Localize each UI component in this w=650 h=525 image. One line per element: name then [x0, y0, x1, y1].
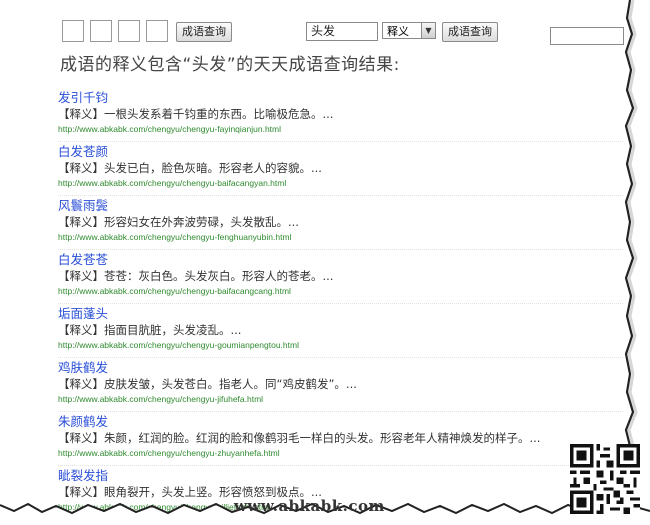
result-title-link[interactable]: 朱颜鹤发: [58, 413, 623, 430]
result-url-link[interactable]: http://www.abkabk.com/chengyu/chengyu-zh…: [58, 447, 623, 459]
result-item: 白发苍苍 【释义】苍苍：灰白色。头发灰白。形容人的苍老。... http://w…: [58, 250, 623, 304]
result-url-link[interactable]: http://www.abkabk.com/chengyu/chengyu-fa…: [58, 123, 623, 135]
keyword-input[interactable]: 头发: [306, 22, 378, 41]
result-url-link[interactable]: http://www.abkabk.com/chengyu/chengyu-go…: [58, 339, 623, 351]
idiom-search-button[interactable]: 成语查询: [176, 22, 232, 42]
qr-code-icon: [570, 444, 640, 514]
char-input-1[interactable]: [62, 20, 84, 42]
page-sheet: 成语查询 头发 释义 ▼ 成语查询 成语的释义包含“头发”的天天成语查询结果: …: [0, 0, 628, 512]
search-type-select[interactable]: 释义 ▼: [382, 22, 436, 39]
keyword-search-button[interactable]: 成语查询: [442, 22, 498, 42]
search-type-value: 释义: [387, 25, 409, 38]
result-url-link[interactable]: http://www.abkabk.com/chengyu/chengyu-ji…: [58, 393, 623, 405]
result-item: 发引千钧 【释义】一根头发系着千钧重的东西。比喻极危急。... http://w…: [58, 88, 623, 142]
result-item: 垢面蓬头 【释义】指面目肮脏，头发凌乱。... http://www.abkab…: [58, 304, 623, 358]
result-url-link[interactable]: http://www.abkabk.com/chengyu/chengyu-fe…: [58, 231, 623, 243]
result-definition: 【释义】指面目肮脏，头发凌乱。...: [58, 323, 242, 337]
result-title-link[interactable]: 风鬟雨鬓: [58, 197, 623, 214]
result-definition: 【释义】苍苍：灰白色。头发灰白。形容人的苍老。...: [58, 269, 334, 283]
result-definition: 【释义】朱颜，红润的脸。红润的脸和像鹤羽毛一样白的头发。形容老年人精神焕发的样子…: [58, 431, 541, 445]
result-definition: 【释义】头发已白，脸色灰暗。形容老人的容貌。...: [58, 161, 322, 175]
char-input-3[interactable]: [118, 20, 140, 42]
result-title-link[interactable]: 鸡肤鹤发: [58, 359, 623, 376]
dropdown-arrow-icon[interactable]: ▼: [421, 23, 435, 38]
result-definition: 【释义】形容妇女在外奔波劳碌，头发散乱。...: [58, 215, 299, 229]
result-item: 鸡肤鹤发 【释义】皮肤发皱，头发苍白。指老人。同“鸡皮鹤发”。... http:…: [58, 358, 623, 412]
result-item: 风鬟雨鬓 【释义】形容妇女在外奔波劳碌，头发散乱。... http://www.…: [58, 196, 623, 250]
result-definition: 【释义】一根头发系着千钧重的东西。比喻极危急。...: [58, 107, 334, 121]
result-item: 朱颜鹤发 【释义】朱颜，红润的脸。红润的脸和像鹤羽毛一样白的头发。形容老年人精神…: [58, 412, 623, 466]
char-input-4[interactable]: [146, 20, 168, 42]
site-watermark: www.abkabk.com: [234, 497, 385, 515]
result-title-link[interactable]: 发引千钧: [58, 89, 623, 106]
result-title-link[interactable]: 白发苍苍: [58, 251, 623, 268]
result-item: 白发苍颜 【释义】头发已白，脸色灰暗。形容老人的容貌。... http://ww…: [58, 142, 623, 196]
right-search-input[interactable]: [550, 27, 624, 45]
result-title-link[interactable]: 白发苍颜: [58, 143, 623, 160]
result-title-link[interactable]: 垢面蓬头: [58, 305, 623, 322]
result-title-link[interactable]: 眦裂发指: [58, 467, 623, 484]
result-url-link[interactable]: http://www.abkabk.com/chengyu/chengyu-ba…: [58, 285, 623, 297]
results-heading: 成语的释义包含“头发”的天天成语查询结果:: [60, 55, 400, 75]
results-list: 发引千钧 【释义】一根头发系着千钧重的东西。比喻极危急。... http://w…: [58, 88, 623, 520]
result-url-link[interactable]: http://www.abkabk.com/chengyu/chengyu-ba…: [58, 177, 623, 189]
result-definition: 【释义】皮肤发皱，头发苍白。指老人。同“鸡皮鹤发”。...: [58, 377, 357, 391]
char-input-2[interactable]: [90, 20, 112, 42]
